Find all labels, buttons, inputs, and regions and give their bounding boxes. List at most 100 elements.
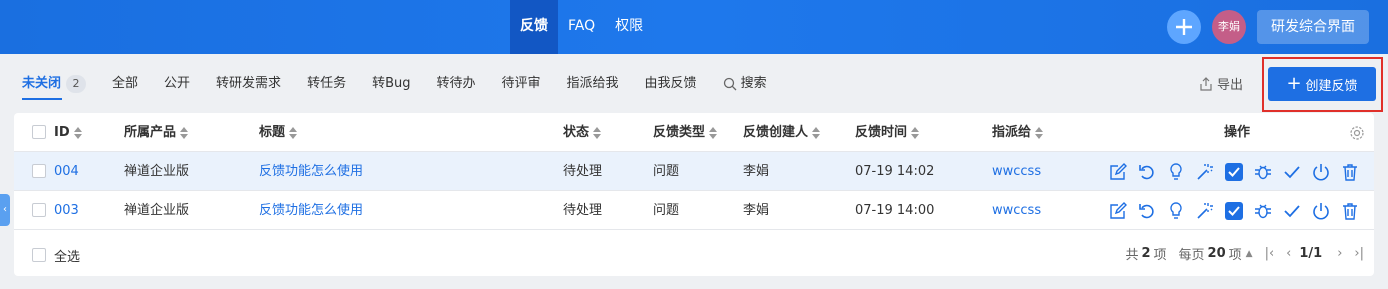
cell-id[interactable]: 004 — [54, 152, 79, 191]
caret-up-icon[interactable]: ▲ — [1246, 249, 1253, 259]
cell-title[interactable]: 反馈功能怎么使用 — [259, 152, 363, 191]
nav-item-feedback[interactable]: 反馈 — [510, 0, 558, 54]
cell-title[interactable]: 反馈功能怎么使用 — [259, 191, 363, 230]
settings-gear-icon[interactable] — [1349, 125, 1365, 141]
col-assignee[interactable]: 指派给 — [992, 113, 1044, 152]
feedback-table: ID 所属产品 标题 状态 反馈类型 反馈创建人 反馈时间 指派给 操作 004… — [14, 113, 1374, 276]
col-time-label: 反馈时间 — [855, 125, 908, 140]
next-page-icon[interactable]: › — [1337, 246, 1342, 261]
sidebar-toggle[interactable]: ‹ — [0, 194, 10, 226]
export-button[interactable]: 导出 — [1199, 74, 1243, 93]
col-assignee-label: 指派给 — [992, 125, 1032, 140]
tab-to-review[interactable]: 待评审 — [502, 70, 541, 98]
col-status[interactable]: 状态 — [563, 113, 602, 152]
total-prefix: 共 — [1125, 248, 1139, 263]
check-icon[interactable] — [1282, 162, 1302, 182]
col-title[interactable]: 标题 — [259, 113, 298, 152]
col-product-label: 所属产品 — [124, 125, 177, 140]
per-page-prefix: 每页 — [1178, 248, 1205, 263]
plus-icon — [1176, 19, 1192, 35]
cell-product: 禅道企业版 — [124, 164, 190, 179]
export-label: 导出 — [1217, 78, 1244, 93]
first-page-icon[interactable]: |‹ — [1265, 246, 1275, 261]
trash-icon[interactable] — [1340, 201, 1360, 221]
app-switch-button[interactable]: 研发综合界面 — [1257, 10, 1369, 44]
edit-icon[interactable] — [1108, 201, 1128, 221]
avatar[interactable]: 李娟 — [1212, 10, 1246, 44]
checkbox-icon[interactable] — [1224, 201, 1244, 221]
last-page-icon[interactable]: ›| — [1354, 246, 1364, 261]
trash-icon[interactable] — [1340, 162, 1360, 182]
search-button[interactable]: 搜索 — [723, 70, 767, 98]
power-icon[interactable] — [1311, 162, 1331, 182]
cell-assignee[interactable]: wwccss — [992, 152, 1041, 191]
prev-page-icon[interactable]: ‹ — [1286, 246, 1291, 261]
sort-icon — [73, 126, 82, 139]
lightbulb-icon[interactable] — [1166, 162, 1186, 182]
tab-opened-by-me[interactable]: 由我反馈 — [645, 70, 697, 98]
pager: 共 2 项 每页 20 项 ▲ |‹ ‹ 1/1 › ›| — [1125, 244, 1364, 263]
col-id[interactable]: ID — [54, 113, 82, 152]
col-product[interactable]: 所属产品 — [124, 113, 189, 152]
magic-wand-icon[interactable] — [1195, 201, 1215, 221]
magic-wand-icon[interactable] — [1195, 162, 1215, 182]
tab-unclosed[interactable]: 未关闭 2 — [22, 70, 87, 100]
select-all-checkbox-header[interactable] — [32, 125, 46, 139]
bug-icon[interactable] — [1253, 162, 1273, 182]
count-badge: 2 — [66, 75, 87, 93]
tab-public[interactable]: 公开 — [164, 70, 190, 98]
checkbox-icon[interactable] — [1224, 162, 1244, 182]
cell-status: 待处理 — [563, 164, 603, 179]
cell-status: 待处理 — [563, 203, 603, 218]
cell-type: 问题 — [653, 203, 680, 218]
row-actions — [1108, 162, 1369, 182]
export-icon — [1200, 76, 1212, 91]
col-id-label: ID — [54, 125, 70, 140]
row-checkbox[interactable] — [32, 203, 46, 217]
col-time[interactable]: 反馈时间 — [855, 113, 920, 152]
tab-to-todo[interactable]: 转待办 — [437, 70, 476, 98]
select-all-checkbox[interactable] — [32, 248, 46, 262]
tab-assigned-to-me[interactable]: 指派给我 — [567, 70, 619, 98]
sort-icon — [709, 126, 718, 139]
plus-icon: + — [1286, 73, 1302, 94]
table-row[interactable]: 004 禅道企业版 反馈功能怎么使用 待处理 问题 李娟 07-19 14:02… — [14, 152, 1374, 191]
cell-creator: 李娟 — [743, 164, 770, 179]
check-icon[interactable] — [1282, 201, 1302, 221]
edit-icon[interactable] — [1108, 162, 1128, 182]
sort-icon — [812, 126, 821, 139]
nav-item-permission[interactable]: 权限 — [605, 0, 653, 54]
lightbulb-icon[interactable] — [1166, 201, 1186, 221]
tab-to-story[interactable]: 转研发需求 — [216, 70, 281, 98]
power-icon[interactable] — [1311, 201, 1331, 221]
tab-to-task[interactable]: 转任务 — [307, 70, 346, 98]
tab-all[interactable]: 全部 — [112, 70, 138, 98]
row-checkbox[interactable] — [32, 164, 46, 178]
table-header: ID 所属产品 标题 状态 反馈类型 反馈创建人 反馈时间 指派给 操作 — [14, 113, 1374, 152]
cell-assignee[interactable]: wwccss — [992, 191, 1041, 230]
sort-icon — [593, 126, 602, 139]
table-row[interactable]: 003 禅道企业版 反馈功能怎么使用 待处理 问题 李娟 07-19 14:00… — [14, 191, 1374, 230]
undo-icon[interactable] — [1137, 201, 1157, 221]
page-indicator: 1/1 — [1299, 246, 1323, 261]
bug-icon[interactable] — [1253, 201, 1273, 221]
col-creator[interactable]: 反馈创建人 — [743, 113, 821, 152]
create-feedback-button[interactable]: + 创建反馈 — [1268, 67, 1376, 101]
nav-item-faq[interactable]: FAQ — [558, 0, 605, 54]
search-icon — [723, 77, 737, 91]
total-count: 2 — [1141, 246, 1151, 261]
undo-icon[interactable] — [1137, 162, 1157, 182]
per-page-value[interactable]: 20 — [1208, 246, 1226, 261]
col-title-label: 标题 — [259, 125, 286, 140]
create-label: 创建反馈 — [1305, 78, 1358, 94]
quick-add-button[interactable] — [1167, 10, 1201, 44]
select-all-label[interactable]: 全选 — [54, 246, 80, 265]
total-suffix: 项 — [1153, 248, 1167, 263]
cell-product: 禅道企业版 — [124, 203, 190, 218]
sort-icon — [180, 126, 189, 139]
cell-id[interactable]: 003 — [54, 191, 79, 230]
col-type[interactable]: 反馈类型 — [653, 113, 718, 152]
sort-icon — [289, 126, 298, 139]
search-label: 搜索 — [740, 76, 767, 91]
tab-to-bug[interactable]: 转Bug — [372, 70, 410, 98]
